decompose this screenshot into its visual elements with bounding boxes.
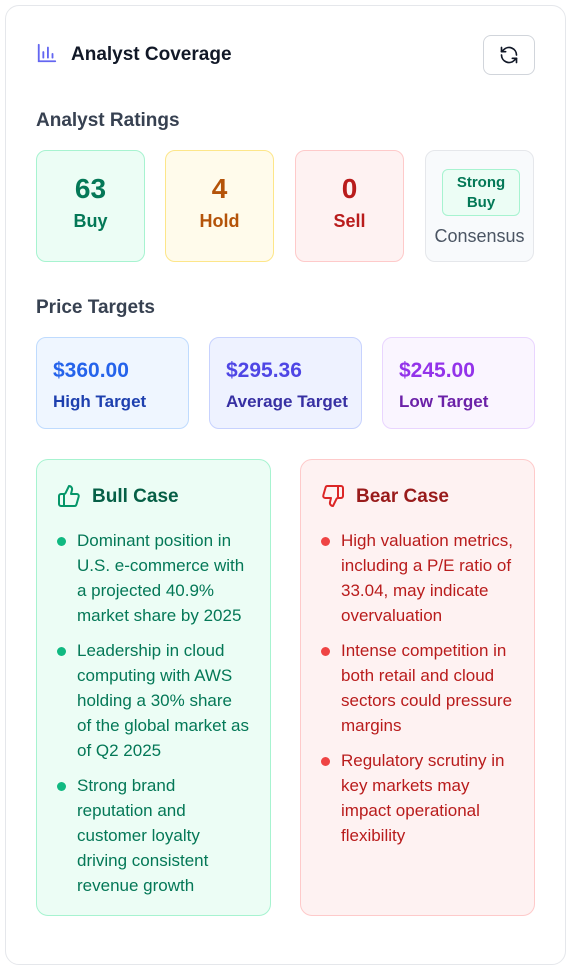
bullet-dot <box>57 537 66 546</box>
buy-rating-box: 63 Buy <box>36 150 145 262</box>
bullet-dot <box>321 537 330 546</box>
bull-case-header: Bull Case <box>57 484 250 510</box>
bull-point-text: Leadership in cloud computing with AWS h… <box>77 641 249 760</box>
bear-point-text: Regulatory scrutiny in key markets may i… <box>341 751 505 845</box>
sell-rating-box: 0 Sell <box>295 150 404 262</box>
bear-points-list: High valuation metrics, including a P/E … <box>321 528 514 848</box>
analyst-ratings-heading: Analyst Ratings <box>36 110 180 131</box>
bear-point: Intense competition in both retail and c… <box>321 638 514 738</box>
bear-case-panel: Bear Case High valuation metrics, includ… <box>300 459 535 916</box>
bull-point: Strong brand reputation and customer loy… <box>57 773 250 898</box>
bull-point: Leadership in cloud computing with AWS h… <box>57 638 250 763</box>
buy-count: 63 <box>74 173 107 204</box>
hold-count: 4 <box>211 173 228 204</box>
bear-point-text: Intense competition in both retail and c… <box>341 641 513 735</box>
bull-points-list: Dominant position in U.S. e-commerce wit… <box>57 528 250 898</box>
sell-label: Sell <box>333 211 366 231</box>
low-target-value: $245.00 <box>399 359 475 382</box>
hold-label: Hold <box>199 211 240 231</box>
price-targets-heading: Price Targets <box>36 297 155 318</box>
consensus-label: Consensus <box>434 226 525 246</box>
consensus-box: Strong Buy Consensus <box>425 150 534 262</box>
high-target-box: $360.00 High Target <box>36 337 189 429</box>
bullet-dot <box>321 647 330 656</box>
card-header: Analyst Coverage <box>36 35 535 76</box>
refresh-button[interactable] <box>483 35 535 75</box>
refresh-icon <box>500 46 518 64</box>
bear-case-title: Bear Case <box>356 486 449 507</box>
bullet-dot <box>57 782 66 791</box>
low-target-box: $245.00 Low Target <box>382 337 535 429</box>
sell-count: 0 <box>341 173 358 204</box>
bull-case-title: Bull Case <box>92 486 179 507</box>
bear-case-header: Bear Case <box>321 484 514 510</box>
average-target-label: Average Target <box>226 392 348 411</box>
bull-point-text: Dominant position in U.S. e-commerce wit… <box>77 531 245 625</box>
bullet-dot <box>57 647 66 656</box>
bear-point: High valuation metrics, including a P/E … <box>321 528 514 628</box>
bear-point-text: High valuation metrics, including a P/E … <box>341 531 513 625</box>
average-target-box: $295.36 Average Target <box>209 337 362 429</box>
high-target-value: $360.00 <box>53 359 129 382</box>
hold-rating-box: 4 Hold <box>165 150 274 262</box>
thumbs-up-icon <box>58 484 80 507</box>
bullet-dot <box>321 757 330 766</box>
bear-point: Regulatory scrutiny in key markets may i… <box>321 748 514 848</box>
consensus-badge: Strong Buy <box>442 169 520 216</box>
thumbs-down-icon <box>322 485 344 508</box>
card-title: Analyst Coverage <box>71 44 232 65</box>
low-target-label: Low Target <box>399 392 489 411</box>
bull-point: Dominant position in U.S. e-commerce wit… <box>57 528 250 628</box>
bar-chart-icon <box>37 43 57 63</box>
bull-point-text: Strong brand reputation and customer loy… <box>77 776 209 895</box>
high-target-label: High Target <box>53 392 147 411</box>
buy-label: Buy <box>73 211 108 231</box>
bull-case-panel: Bull Case Dominant position in U.S. e-co… <box>36 459 271 916</box>
average-target-value: $295.36 <box>226 359 302 382</box>
